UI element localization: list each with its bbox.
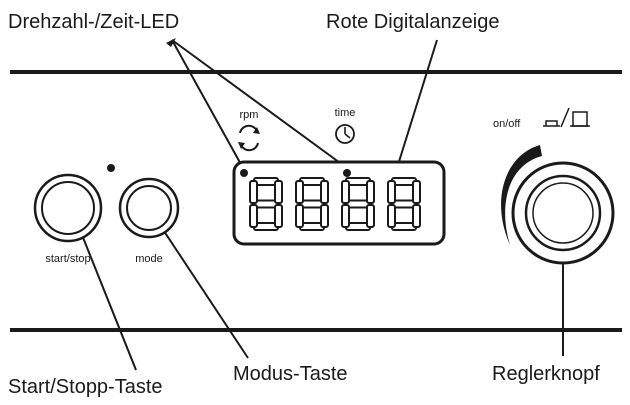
display-digit bbox=[295, 177, 329, 231]
digit-segment bbox=[412, 180, 421, 204]
display-digit bbox=[249, 177, 283, 231]
device-control-panel-diagram: Drehzahl-/Zeit-LED Rote Digitalanzeige S… bbox=[0, 0, 630, 405]
callout-display: Rote Digitalanzeige bbox=[326, 11, 499, 33]
status-indicator-dot bbox=[107, 164, 115, 172]
digit-segment bbox=[387, 204, 396, 228]
clock-icon bbox=[335, 124, 355, 144]
start-stop-label: start/stop bbox=[45, 253, 90, 265]
display-digit bbox=[341, 177, 375, 231]
digit-segment bbox=[249, 204, 258, 228]
digit-segment bbox=[387, 180, 396, 204]
digit-segment bbox=[320, 204, 329, 228]
mode-button[interactable] bbox=[118, 177, 180, 239]
digit-segment bbox=[295, 204, 304, 228]
regulator-knob[interactable] bbox=[501, 145, 615, 265]
digit-segment bbox=[274, 204, 283, 228]
leader-display bbox=[396, 39, 438, 169]
display-digit bbox=[387, 177, 421, 231]
time-led bbox=[343, 169, 351, 177]
time-label: time bbox=[335, 107, 356, 119]
digit-segment bbox=[412, 204, 421, 228]
onoff-label: on/off bbox=[493, 118, 521, 130]
power-switch-icon bbox=[543, 107, 590, 128]
digit-segment bbox=[366, 180, 375, 204]
rotate-arrows-icon bbox=[238, 124, 260, 152]
diagram-canvas: Drehzahl-/Zeit-LED Rote Digitalanzeige S… bbox=[8, 11, 622, 398]
digit-segment bbox=[274, 180, 283, 204]
digit-segment bbox=[295, 180, 304, 204]
leader-led-time bbox=[171, 39, 348, 169]
digit-segment bbox=[366, 204, 375, 228]
callout-mode: Modus-Taste bbox=[233, 363, 348, 385]
callout-start-stop: Start/Stopp-Taste bbox=[8, 376, 163, 398]
callout-led: Drehzahl-/Zeit-LED bbox=[8, 11, 179, 33]
digit-segment bbox=[341, 180, 350, 204]
digit-segment bbox=[320, 180, 329, 204]
digit-segment bbox=[249, 180, 258, 204]
callout-knob: Reglerknopf bbox=[492, 363, 600, 385]
digital-display bbox=[232, 160, 446, 246]
rpm-label: rpm bbox=[240, 109, 259, 121]
rpm-led bbox=[240, 169, 248, 177]
leader-led-rpm bbox=[171, 39, 244, 169]
start-stop-button[interactable] bbox=[33, 173, 103, 243]
mode-label: mode bbox=[135, 253, 163, 265]
digit-segment bbox=[341, 204, 350, 228]
